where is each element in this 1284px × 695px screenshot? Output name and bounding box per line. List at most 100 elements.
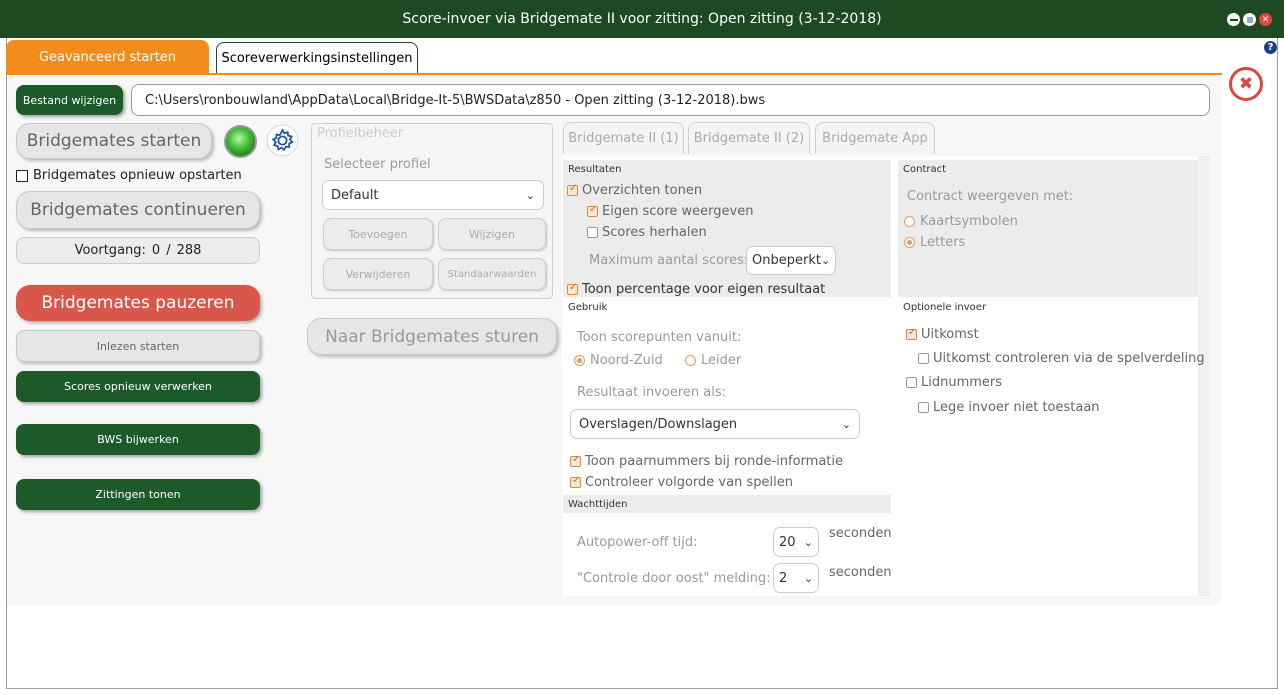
radio-label: Letters: [920, 235, 966, 250]
profile-select[interactable]: Default ⌄: [322, 180, 544, 210]
repeat-scores-row[interactable]: Scores herhalen: [587, 225, 707, 240]
close-window-button[interactable]: ✕: [1259, 13, 1272, 26]
checkbox-label: Scores herhalen: [602, 225, 707, 240]
read-start-button[interactable]: Inlezen starten: [16, 330, 260, 362]
show-pair-numbers-checkbox[interactable]: [570, 454, 581, 467]
autopower-value: 20: [779, 534, 796, 550]
tab-score-settings[interactable]: Scoreverwerkingsinstellingen: [216, 42, 418, 74]
continue-bridgemates-button[interactable]: Bridgemates continueren: [16, 191, 260, 229]
restart-checkbox-row[interactable]: Bridgemates opnieuw opstarten: [16, 168, 242, 183]
tab-label: Bridgemate II (1): [568, 131, 679, 146]
letters-radio-row[interactable]: Letters: [904, 235, 965, 250]
repeat-scores-checkbox[interactable]: [587, 227, 598, 238]
minimize-button[interactable]: [1227, 13, 1240, 26]
settings-gear-icon[interactable]: [266, 124, 299, 157]
no-empty-row[interactable]: Lege invoer niet toestaan: [918, 400, 1100, 415]
card-symbols-radio-row[interactable]: Kaartsymbolen: [904, 214, 1018, 229]
settings-scrollbar[interactable]: [1198, 156, 1210, 596]
leader-radio-row[interactable]: Leider: [685, 353, 741, 368]
outcome-checkbox[interactable]: [906, 327, 917, 340]
card-symbols-radio[interactable]: [904, 216, 915, 227]
file-path-text: C:\Users\ronbouwland\AppData\Local\Bridg…: [145, 92, 766, 108]
north-south-radio-row[interactable]: Noord-Zuid: [574, 353, 663, 368]
progress-label: Voortgang:: [74, 243, 146, 258]
autopower-select[interactable]: 20 ⌄: [773, 527, 819, 557]
checkbox-label: Eigen score weergeven: [602, 204, 754, 219]
enter-as-select[interactable]: Overslagen/Downslagen ⌄: [570, 409, 860, 439]
tab-label: Bridgemate App: [822, 131, 928, 146]
leader-radio[interactable]: [685, 355, 696, 366]
usage-header: Gebruik: [568, 302, 608, 313]
select-profile-label: Selecteer profiel: [324, 157, 431, 172]
east-check-value: 2: [779, 570, 788, 586]
show-overview-checkbox[interactable]: [567, 183, 578, 196]
chevron-down-icon: ⌄: [803, 535, 813, 549]
edit-profile-button[interactable]: Wijzigen: [438, 218, 546, 250]
east-check-label: "Controle door oost" melding:: [577, 571, 771, 586]
reprocess-scores-button[interactable]: Scores opnieuw verwerken: [16, 371, 260, 402]
start-bridgemates-button[interactable]: Bridgemates starten: [16, 123, 212, 159]
tab-label: Scoreverwerkingsinstellingen: [221, 51, 413, 66]
east-check-select[interactable]: 2 ⌄: [773, 563, 819, 593]
own-score-row[interactable]: Eigen score weergeven: [587, 204, 753, 219]
autopower-unit: seconden: [829, 526, 892, 541]
change-file-button[interactable]: Bestand wijzigen: [16, 85, 123, 115]
contract-show-label: Contract weergeven met:: [907, 189, 1074, 204]
east-check-unit: seconden: [829, 565, 892, 580]
show-percentage-checkbox[interactable]: [567, 282, 578, 295]
maximize-button[interactable]: [1243, 13, 1256, 26]
checkbox-label: Uitkomst: [921, 327, 979, 342]
file-path-field[interactable]: C:\Users\ronbouwland\AppData\Local\Bridg…: [131, 84, 1210, 116]
checkbox-label: Lege invoer niet toestaan: [933, 400, 1100, 415]
show-percentage-row[interactable]: Toon percentage voor eigen resultaat: [567, 282, 825, 297]
button-label: Naar Bridgemates sturen: [325, 326, 539, 347]
checkbox-label: Toon percentage voor eigen resultaat: [582, 282, 826, 297]
tab-bridgemate-2[interactable]: Bridgemate II (2): [688, 122, 810, 154]
button-label: Scores opnieuw verwerken: [64, 380, 212, 393]
tab-bridgemate-1[interactable]: Bridgemate II (1): [563, 122, 684, 154]
button-label: Bridgemates continueren: [30, 200, 246, 220]
check-order-checkbox[interactable]: [570, 475, 581, 488]
member-numbers-row[interactable]: Lidnummers: [906, 375, 1002, 390]
defaults-profile-button[interactable]: Standaarwaarden: [438, 258, 546, 290]
checkbox-label: Toon paarnummers bij ronde-informatie: [585, 454, 844, 469]
restart-checkbox-label: Bridgemates opnieuw opstarten: [33, 168, 242, 183]
delete-profile-button[interactable]: Verwijderen: [323, 258, 433, 290]
show-overview-row[interactable]: Overzichten tonen: [567, 183, 702, 198]
show-pair-numbers-row[interactable]: Toon paarnummers bij ronde-informatie: [570, 454, 843, 469]
checkbox-label: Controleer volgorde van spellen: [585, 475, 793, 490]
check-outcome-row[interactable]: Uitkomst controleren via de spelverdelin…: [918, 351, 1205, 366]
check-order-row[interactable]: Controleer volgorde van spellen: [570, 475, 793, 490]
send-to-bridgemates-button[interactable]: Naar Bridgemates sturen: [307, 318, 557, 355]
title-bar: Score-invoer via Bridgemate II voor zitt…: [0, 0, 1284, 38]
checkbox-label: Overzichten tonen: [582, 183, 703, 198]
show-sessions-button[interactable]: Zittingen tonen: [16, 479, 260, 510]
button-label: Bridgemates pauzeren: [41, 293, 235, 313]
contract-header: Contract: [903, 164, 947, 175]
checkbox-label: Uitkomst controleren via de spelverdelin…: [933, 351, 1205, 366]
letters-radio[interactable]: [904, 237, 915, 248]
progress-display: Voortgang: 0 / 288: [16, 237, 260, 264]
north-south-radio[interactable]: [574, 355, 585, 366]
own-score-checkbox[interactable]: [587, 204, 598, 217]
wait-header: Wachttijden: [568, 499, 628, 510]
update-bws-button[interactable]: BWS bijwerken: [16, 424, 260, 455]
no-empty-checkbox[interactable]: [918, 402, 929, 413]
autopower-label: Autopower-off tijd:: [577, 535, 698, 550]
restart-checkbox[interactable]: [16, 169, 28, 182]
button-label: BWS bijwerken: [97, 433, 179, 446]
max-scores-select[interactable]: Onbeperkt ⌄: [746, 246, 836, 275]
outcome-row[interactable]: Uitkomst: [906, 327, 979, 342]
profile-panel-title: Profielbeheer: [317, 126, 404, 141]
close-dialog-button[interactable]: ✖: [1229, 67, 1263, 101]
pause-bridgemates-button[interactable]: Bridgemates pauzeren: [16, 285, 260, 321]
enter-as-value: Overslagen/Downslagen: [579, 416, 738, 432]
member-numbers-checkbox[interactable]: [906, 377, 917, 388]
tab-bridgemate-app[interactable]: Bridgemate App: [815, 122, 935, 154]
tab-advanced-start[interactable]: Geavanceerd starten: [6, 40, 209, 74]
chevron-down-icon: ⌄: [820, 254, 831, 267]
add-profile-button[interactable]: Toevoegen: [323, 218, 433, 250]
results-header: Resultaten: [568, 164, 622, 175]
help-icon[interactable]: ?: [1264, 41, 1277, 54]
check-outcome-checkbox[interactable]: [918, 353, 929, 364]
